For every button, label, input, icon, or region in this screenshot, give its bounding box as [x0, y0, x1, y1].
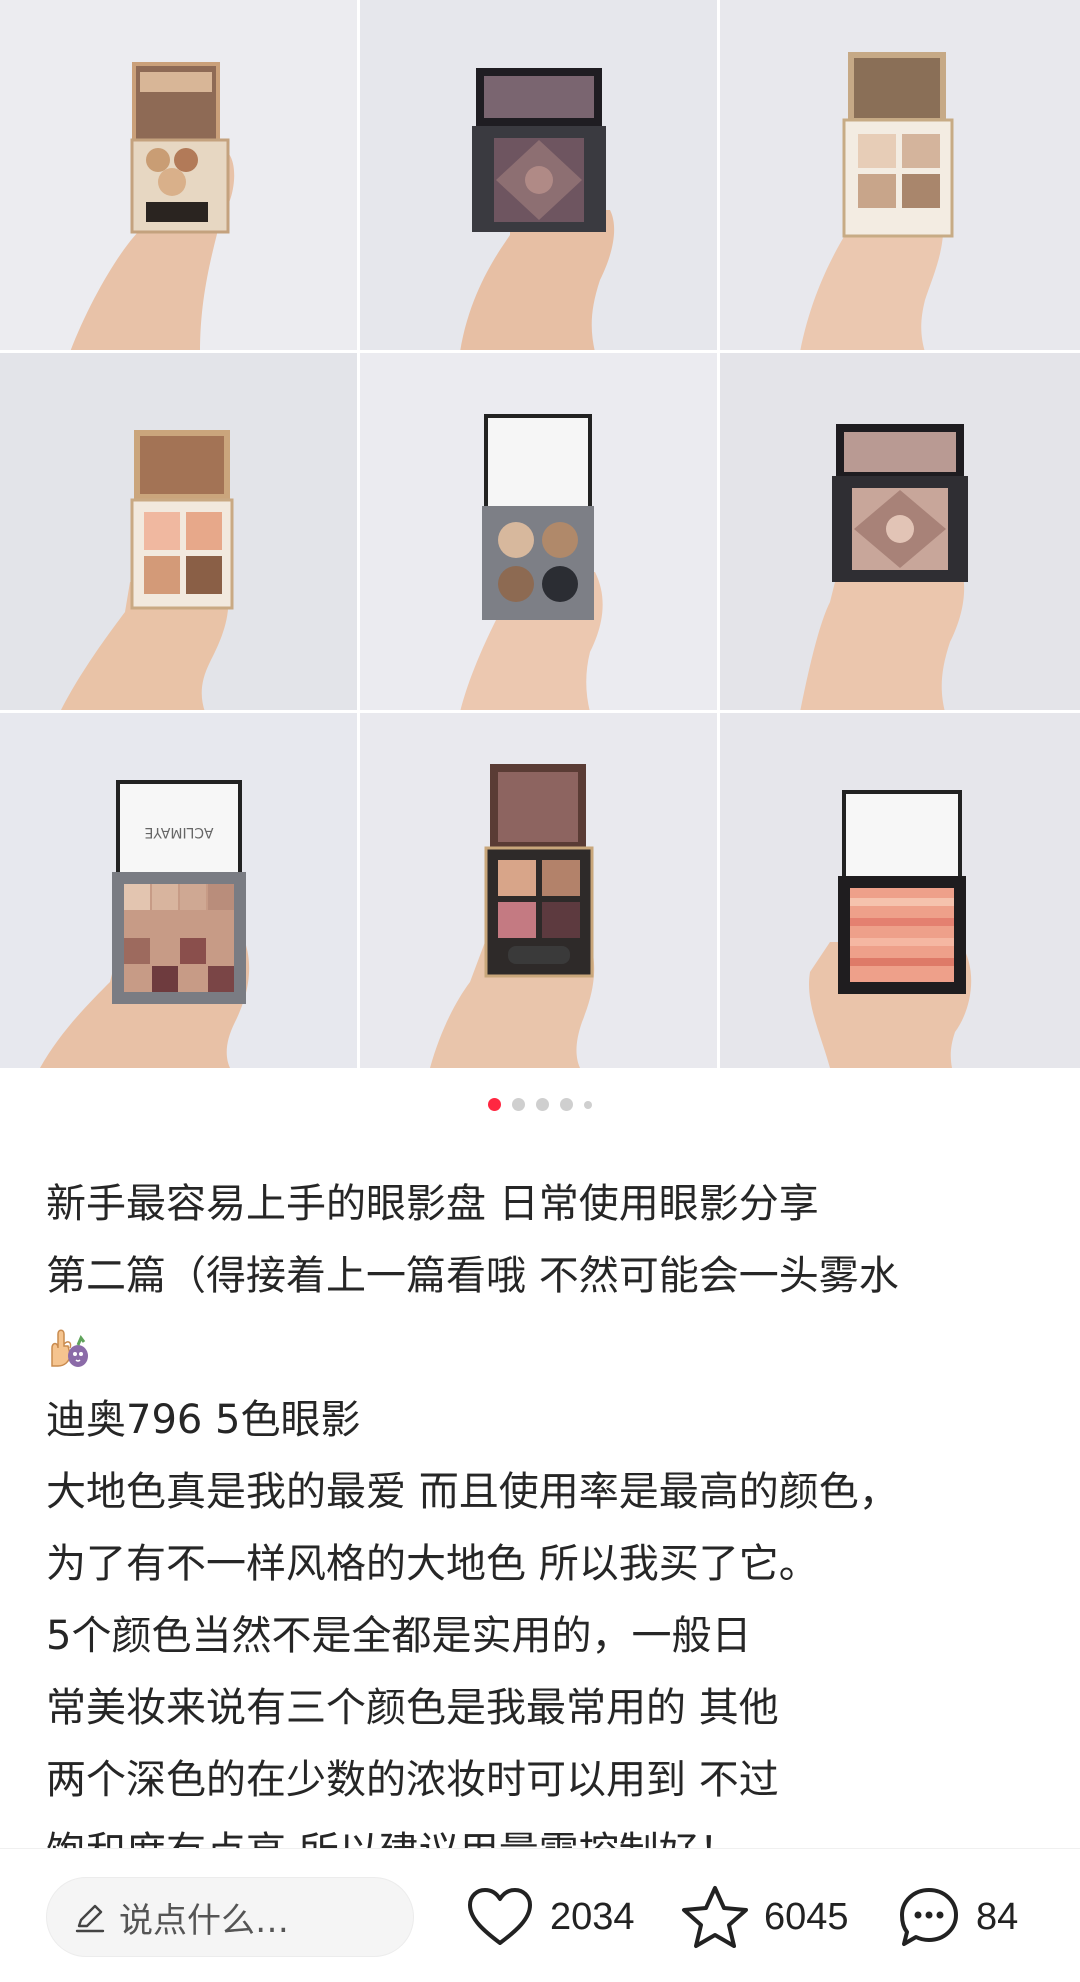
- like-count: 2034: [550, 1895, 635, 1938]
- page-dot[interactable]: [512, 1098, 525, 1111]
- post-line: 第二篇（得接着上一篇看哦 不然可能会一头雾水: [46, 1253, 899, 1299]
- hand-emoji-icon: [51, 1329, 88, 1367]
- post-body: 新手最容易上手的眼影盘 日常使用眼影分享 第二篇（得接着上一篇看哦 不然可能会一…: [46, 1168, 1046, 1848]
- comment-placeholder: 说点什么…: [119, 1900, 289, 1941]
- grid-divider: [717, 0, 720, 1068]
- comment-count: 84: [976, 1895, 1019, 1938]
- page-dot[interactable]: [584, 1100, 592, 1109]
- comment-button[interactable]: 84: [896, 1879, 1018, 1955]
- post-line: 为了有不一样风格的大地色 所以我买了它。: [46, 1541, 819, 1587]
- post-title-line: 新手最容易上手的眼影盘 日常使用眼影分享: [46, 1181, 819, 1227]
- svg-text:ACLIMAYE: ACLIMAYE: [144, 824, 213, 840]
- gallery-photo-8[interactable]: [360, 712, 720, 1068]
- palette-photo-icon: [800, 52, 954, 352]
- gallery-photo-3[interactable]: [720, 0, 1080, 352]
- gallery-photo-1[interactable]: [0, 0, 360, 352]
- palette-photo-icon: [430, 764, 595, 1068]
- palette-photo-icon: [460, 414, 603, 712]
- post-line: 饱和度有点高 所以建议用量需控制好！: [46, 1816, 1046, 1848]
- heart-icon: [468, 1888, 532, 1945]
- page-dot-active[interactable]: [488, 1098, 501, 1111]
- gallery-photo-9[interactable]: [720, 712, 1080, 1068]
- like-button[interactable]: 2034: [464, 1879, 635, 1955]
- bottom-action-bar: 说点什么… 2034 6045 84: [0, 1848, 1080, 1982]
- emoji-sticker-line: [46, 1312, 1046, 1384]
- palette-photo-icon: [70, 62, 235, 352]
- photo-gallery[interactable]: ACLIMAYE: [0, 0, 1080, 1068]
- palette-photo-icon: [809, 790, 972, 1068]
- gallery-photo-2[interactable]: [360, 0, 720, 352]
- gallery-photo-4[interactable]: [0, 352, 360, 712]
- palette-photo-icon: [460, 68, 615, 352]
- palette-photo-icon: ACLIMAYE: [40, 780, 250, 1068]
- post-line: 大地色真是我的最爱 而且使用率是最高的颜色，: [46, 1469, 899, 1515]
- gallery-photo-7[interactable]: ACLIMAYE: [0, 712, 360, 1068]
- post-line: 5个颜色当然不是全都是实用的，一般日: [46, 1613, 752, 1659]
- grid-divider: [357, 0, 360, 1068]
- collect-count: 6045: [764, 1895, 849, 1938]
- star-icon: [682, 1886, 748, 1948]
- post-line: 迪奥796 5色眼影: [46, 1397, 361, 1443]
- grid-divider: [0, 350, 1080, 353]
- pencil-icon: [75, 1904, 105, 1933]
- comment-bubble-icon: [900, 1888, 958, 1946]
- gallery-photo-5[interactable]: [360, 352, 720, 712]
- gallery-photo-6[interactable]: [720, 352, 1080, 712]
- post-line: 常美妆来说有三个颜色是我最常用的 其他: [46, 1685, 779, 1731]
- page-dot[interactable]: [560, 1098, 573, 1111]
- page-dot[interactable]: [536, 1098, 549, 1111]
- palette-photo-icon: [60, 430, 234, 712]
- comment-input[interactable]: 说点什么…: [46, 1877, 414, 1957]
- collect-button[interactable]: 6045: [680, 1879, 849, 1955]
- palette-photo-icon: [800, 424, 968, 712]
- post-line: 两个深色的在少数的浓妆时可以用到 不过: [46, 1757, 779, 1803]
- gallery-pagination: [0, 1098, 1080, 1111]
- grid-divider: [0, 710, 1080, 713]
